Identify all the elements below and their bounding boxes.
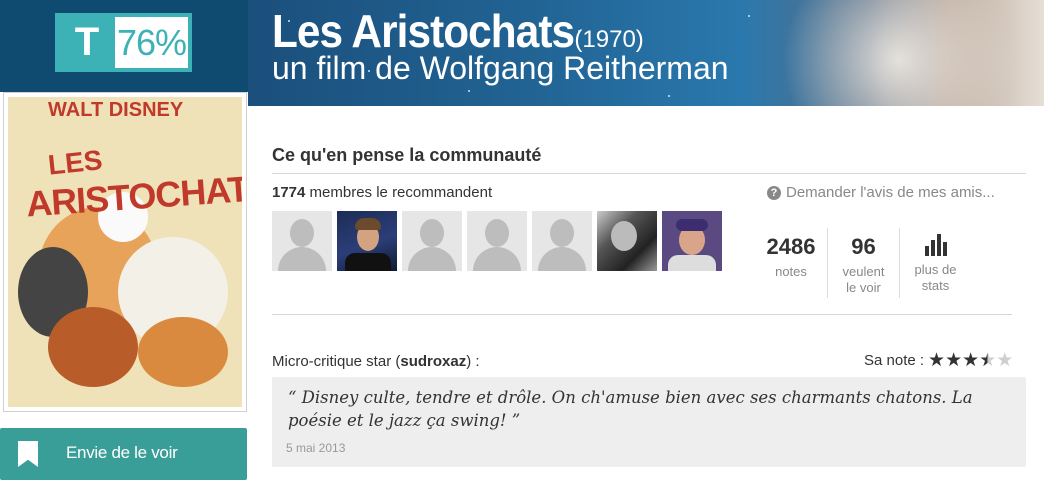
left-column: T 76% WALT DISNEY LES ARISTOCHATS Envie … [0,0,248,490]
star-icon: ★ [928,350,946,371]
stat-wants-label: veulent le voir [842,264,885,295]
community-heading: Ce qu'en pense la communauté [272,145,542,165]
avatar[interactable] [597,211,657,271]
banner-star [748,15,750,17]
critique-box[interactable]: “ Disney culte, tendre et drôle. On ch'a… [272,377,1026,467]
bookmark-icon [18,441,38,467]
star-icon: ★ [945,350,963,371]
rating-label: Sa note : [864,352,925,369]
micro-critique-suffix: ) : [466,353,480,370]
star-icon: ★ [979,350,997,371]
stats-panel: 2486 notes 96 veulent le voir plus de st… [755,228,971,298]
stat-wants-count: 96 [851,234,876,259]
recommend-label: membres le recommandent [305,184,493,201]
section-divider [272,314,1012,315]
critique-quote: “ Disney culte, tendre et drôle. On ch'a… [288,388,973,430]
poster-title-les: LES [46,144,104,181]
movie-director[interactable]: un film de Wolfgang Reitherman [272,50,729,87]
wishlist-button[interactable]: Envie de le voir [0,428,247,480]
bar-chart-icon [900,234,971,256]
avatar[interactable] [532,211,592,271]
score-badge-letter: T [59,17,115,68]
stat-more-label: plus de stats [914,262,957,293]
poster-cat-shape [138,317,228,387]
avatar[interactable] [467,211,527,271]
movie-poster[interactable]: WALT DISNEY LES ARISTOCHATS [3,92,247,412]
micro-critique-label: Micro-critique star (sudroxaz) : [272,353,480,370]
stat-wants[interactable]: 96 veulent le voir [827,228,899,298]
avatar[interactable] [272,211,332,271]
stat-notes-count: 2486 [766,234,816,259]
stat-notes-label: notes [775,264,807,279]
poster-cat-shape [48,307,138,387]
micro-critique-prefix: Micro-critique star ( [272,353,401,370]
score-percent: 76% [116,21,187,63]
critique-date: 5 mai 2013 [286,441,346,455]
rating-stars: ★ ★ ★ ★ ★ [928,351,1013,370]
recommend-count: 1774 [272,184,306,201]
question-icon: ? [767,185,781,200]
section-divider [272,173,1026,174]
author-rating: Sa note : ★ ★ ★ ★ ★ [864,351,1013,370]
stat-notes[interactable]: 2486 notes [755,228,827,298]
banner-artwork [768,0,1028,106]
poster-image: WALT DISNEY LES ARISTOCHATS [8,97,242,407]
star-icon: ★ [996,350,1014,371]
recommenders-avatars [272,211,722,271]
movie-year: (1970) [574,26,644,53]
star-icon: ★ [962,350,980,371]
avatar[interactable] [337,211,397,271]
avatar[interactable] [662,211,722,271]
stat-more[interactable]: plus de stats [899,228,971,298]
poster-studio: WALT DISNEY [48,99,184,121]
wishlist-label: Envie de le voir [66,443,178,462]
critique-author[interactable]: sudroxaz [400,353,466,370]
ask-friends-label: Demander l'avis de mes amis... [786,184,995,201]
ask-friends-link[interactable]: ? Demander l'avis de mes amis... [767,184,995,201]
avatar[interactable] [402,211,462,271]
banner-star [468,90,470,92]
banner-star [668,95,670,97]
recommend-text: 1774 membres le recommandent [272,184,492,201]
score-badge[interactable]: T 76% [55,13,192,72]
